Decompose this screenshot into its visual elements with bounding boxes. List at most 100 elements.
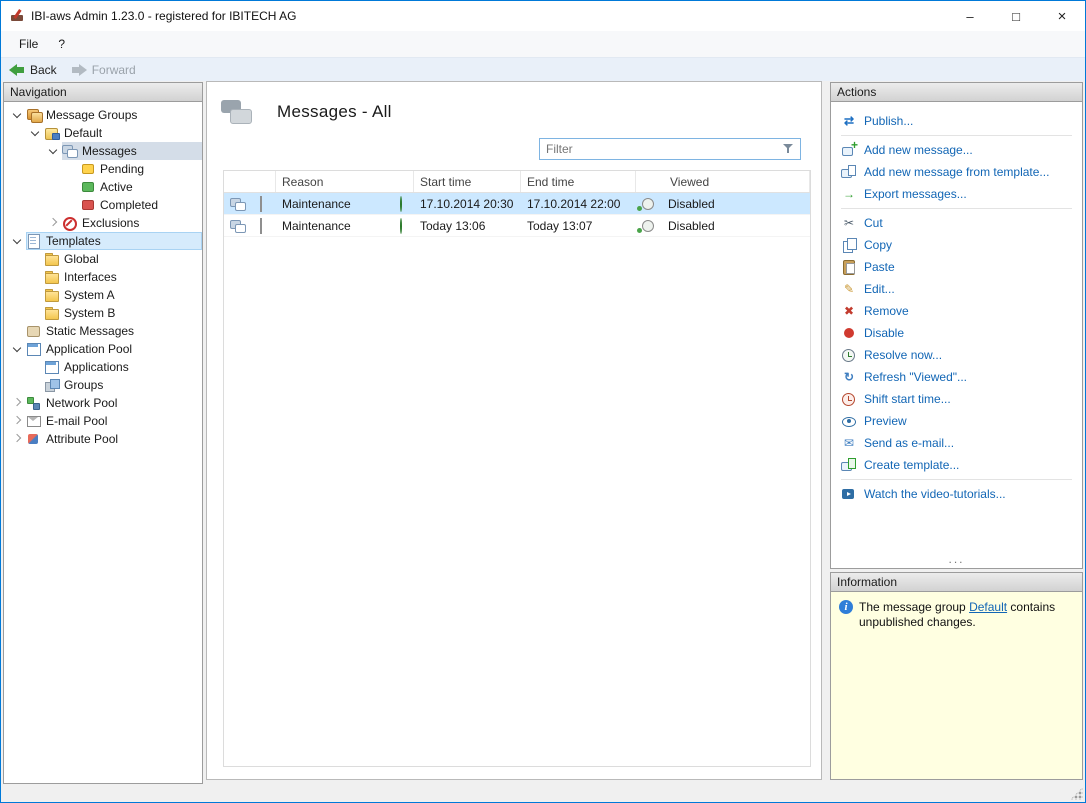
column-header-end-time[interactable]: End time: [521, 171, 636, 192]
action-edit[interactable]: ✎Edit...: [831, 278, 1082, 300]
chevron-spacer: [10, 322, 26, 340]
column-header-reason[interactable]: Reason: [276, 171, 414, 192]
tree-item-interfaces[interactable]: Interfaces: [4, 268, 202, 286]
tree-item-system-b[interactable]: System B: [4, 304, 202, 322]
action-resolve-now[interactable]: Resolve now...: [831, 344, 1082, 366]
action-send-as-email[interactable]: ✉Send as e-mail...: [831, 432, 1082, 454]
chevron-down-icon[interactable]: [46, 142, 62, 160]
table-header: Reason Start time End time Viewed: [224, 171, 810, 193]
tree-item-active[interactable]: Active: [4, 178, 202, 196]
chevron-right-icon[interactable]: [10, 412, 26, 430]
menu-bar: File ?: [1, 31, 1085, 57]
app-icon: [9, 8, 25, 24]
resize-grip[interactable]: [1070, 787, 1083, 800]
chevron-spacer: [28, 358, 44, 376]
tree-item-exclusions[interactable]: Exclusions: [4, 214, 202, 232]
chevron-down-icon[interactable]: [10, 232, 26, 250]
tree-item-messages[interactable]: Messages: [4, 142, 202, 160]
folder-icon: [44, 288, 60, 302]
status-bar: [2, 786, 1084, 801]
action-add-message-from-template[interactable]: Add new message from template...: [831, 161, 1082, 183]
separator: [841, 135, 1072, 136]
video-icon: [841, 486, 857, 502]
tree-item-templates[interactable]: Templates: [4, 232, 202, 250]
table-row[interactable]: Maintenance 17.10.2014 20:30 17.10.2014 …: [224, 193, 810, 215]
chevron-right-icon[interactable]: [10, 394, 26, 412]
table-row[interactable]: Maintenance Today 13:06 Today 13:07 Disa…: [224, 215, 810, 237]
row-checkbox[interactable]: [260, 218, 262, 234]
messages-icon: [62, 144, 78, 158]
column-header-start-time[interactable]: Start time: [414, 171, 521, 192]
actions-panel-header: Actions: [830, 82, 1083, 102]
action-export-messages[interactable]: →Export messages...: [831, 183, 1082, 205]
edit-icon: ✎: [841, 281, 857, 297]
menu-file[interactable]: File: [9, 33, 48, 55]
remove-icon: ✖: [841, 303, 857, 319]
chevron-spacer: [28, 286, 44, 304]
chevron-down-icon[interactable]: [28, 124, 44, 142]
action-publish[interactable]: ⇄Publish...: [831, 110, 1082, 132]
forward-arrow-icon: [71, 64, 87, 76]
back-button[interactable]: Back: [9, 63, 57, 77]
resolve-clock-icon: [841, 347, 857, 363]
chevron-down-icon[interactable]: [10, 340, 26, 358]
export-icon: →: [841, 186, 857, 202]
active-icon: [80, 180, 96, 194]
action-preview[interactable]: Preview: [831, 410, 1082, 432]
tree-item-email-pool[interactable]: E-mail Pool: [4, 412, 202, 430]
message-groups-icon: [26, 108, 42, 122]
information-panel-header: Information: [830, 572, 1083, 592]
chevron-down-icon[interactable]: [10, 106, 26, 124]
tree-item-message-groups[interactable]: Message Groups: [4, 106, 202, 124]
navigation-panel: Navigation Message Groups Default Messag…: [3, 83, 203, 784]
action-add-new-message[interactable]: Add new message...: [831, 139, 1082, 161]
tree-item-system-a[interactable]: System A: [4, 286, 202, 304]
right-panel: Actions ⇄Publish... Add new message... A…: [830, 83, 1083, 780]
column-header-viewed[interactable]: Viewed: [636, 171, 810, 192]
minimize-button[interactable]: –: [947, 1, 993, 31]
menu-help[interactable]: ?: [48, 33, 75, 55]
action-paste[interactable]: Paste: [831, 256, 1082, 278]
chevron-right-icon[interactable]: [46, 214, 62, 232]
applications-icon: [44, 360, 60, 374]
forward-button[interactable]: Forward: [71, 63, 136, 77]
static-messages-icon: [26, 324, 42, 338]
disable-icon: [841, 325, 857, 341]
tree-item-global[interactable]: Global: [4, 250, 202, 268]
default-group-link[interactable]: Default: [969, 600, 1007, 614]
action-watch-video-tutorials[interactable]: Watch the video-tutorials...: [831, 483, 1082, 505]
action-disable[interactable]: Disable: [831, 322, 1082, 344]
pending-icon: [80, 162, 96, 176]
add-message-icon: [841, 142, 857, 158]
action-copy[interactable]: Copy: [831, 234, 1082, 256]
action-create-template[interactable]: Create template...: [831, 454, 1082, 476]
maximize-button[interactable]: □: [993, 1, 1039, 31]
chevron-right-icon[interactable]: [10, 430, 26, 448]
tree-item-applications[interactable]: Applications: [4, 358, 202, 376]
page-title: Messages - All: [277, 102, 392, 122]
actions-panel: Actions ⇄Publish... Add new message... A…: [830, 83, 1083, 569]
tree-item-network-pool[interactable]: Network Pool: [4, 394, 202, 412]
close-button[interactable]: ×: [1039, 1, 1085, 31]
folder-icon: [44, 270, 60, 284]
actions-list: ⇄Publish... Add new message... Add new m…: [831, 102, 1082, 505]
tree-item-static-messages[interactable]: Static Messages: [4, 322, 202, 340]
tree-item-groups[interactable]: Groups: [4, 376, 202, 394]
cut-icon: ✂: [841, 215, 857, 231]
templates-icon: [26, 234, 42, 248]
action-cut[interactable]: ✂Cut: [831, 212, 1082, 234]
tree-item-application-pool[interactable]: Application Pool: [4, 340, 202, 358]
tree-item-attribute-pool[interactable]: Attribute Pool: [4, 430, 202, 448]
action-remove[interactable]: ✖Remove: [831, 300, 1082, 322]
tree-item-default[interactable]: Default: [4, 124, 202, 142]
column-header-icon[interactable]: [224, 171, 276, 192]
action-refresh-viewed[interactable]: ↻Refresh "Viewed"...: [831, 366, 1082, 388]
row-checkbox[interactable]: [260, 196, 262, 212]
tree-item-completed[interactable]: Completed: [4, 196, 202, 214]
action-shift-start-time[interactable]: Shift start time...: [831, 388, 1082, 410]
panel-splitter-handle[interactable]: ...: [831, 552, 1082, 566]
tree-item-pending[interactable]: Pending: [4, 160, 202, 178]
folder-icon: [44, 252, 60, 266]
filter-input[interactable]: [539, 138, 801, 160]
filter-row: [207, 134, 821, 168]
